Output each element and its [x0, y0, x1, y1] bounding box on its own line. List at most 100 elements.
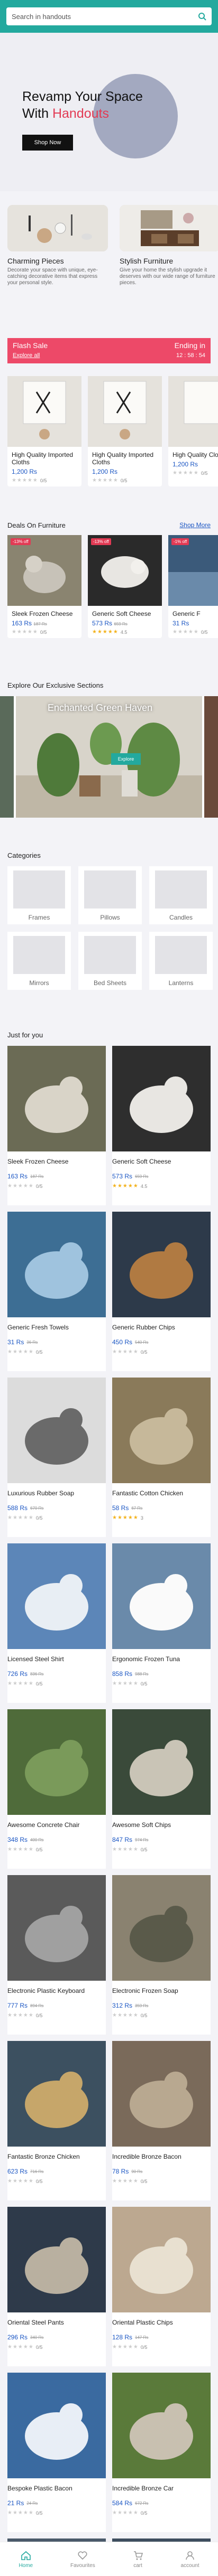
- product-card[interactable]: Electronic Plastic Keyboard 777 Rs 894 Rs…: [7, 1875, 106, 2035]
- category-frames[interactable]: Frames: [7, 866, 71, 924]
- product-card[interactable]: High Quality Cloths 1,200 Rs ★★★★★0/5: [168, 376, 218, 486]
- product-name: Awesome Soft Chips: [112, 1821, 171, 1829]
- rating-stars: ★★★★★: [112, 1515, 139, 1521]
- carousel-next-slide[interactable]: [204, 696, 218, 818]
- product-card[interactable]: High Quality Imported Cloths 1,200 Rs ★★…: [88, 376, 162, 486]
- promo-card-stylish[interactable]: Stylish Furniture Give your home the sty…: [120, 205, 218, 286]
- product-name: High Quality Imported Cloths: [12, 451, 74, 466]
- promo-card-charming[interactable]: Charming Pieces Decorate your space with…: [7, 205, 108, 286]
- category-candles[interactable]: Candles: [149, 866, 213, 924]
- promo-image-stylish: [120, 205, 218, 251]
- category-bed-sheets[interactable]: Bed Sheets: [78, 932, 142, 990]
- products-grid: Sleek Frozen Cheese 163 Rs 187 Rs ★★★★★ 0/…: [7, 1046, 211, 2576]
- category-image: [13, 936, 65, 974]
- old-price: 659 Rs: [114, 622, 128, 626]
- product-card[interactable]: Generic Fresh Towels 31 Rs 36 Rs ★★★★★ 0/5: [7, 1212, 106, 1371]
- product-card[interactable]: -13% off Sleek Frozen Cheese 163 Rs 187 …: [7, 535, 81, 638]
- promo-title: Charming Pieces: [7, 257, 64, 265]
- product-price: 450 Rs 540 Rs: [112, 1338, 149, 1346]
- category-image: [155, 936, 207, 974]
- rating-text: 0/5: [35, 1515, 43, 1521]
- product-price: 128 Rs 147 Rs: [112, 2334, 149, 2341]
- product-image: [7, 1046, 106, 1151]
- search-input[interactable]: Search in handouts: [6, 7, 212, 25]
- nav-home[interactable]: Home: [19, 2550, 33, 2569]
- explore-button[interactable]: Explore: [111, 753, 141, 765]
- rating-stars: ★★★★★: [112, 2178, 139, 2184]
- product-price: 1,200 Rs: [12, 468, 38, 475]
- product-image: [7, 2207, 106, 2312]
- rating-stars: ★★★★★: [7, 1349, 34, 1355]
- deals-row[interactable]: -13% off Sleek Frozen Cheese 163 Rs 187 …: [7, 535, 218, 638]
- foryou-header: Just for you: [7, 1031, 211, 1039]
- rating-stars: ★★★★★: [172, 470, 199, 476]
- product-card[interactable]: Awesome Concrete Chair 348 Rs 400 Rs ★★★★…: [7, 1709, 106, 1869]
- category-mirrors[interactable]: Mirrors: [7, 932, 71, 990]
- product-image: [112, 1543, 211, 1649]
- category-label: Mirrors: [29, 979, 49, 987]
- product-price: 312 Rs 359 Rs: [112, 2002, 149, 2009]
- rating-stars: ★★★★★: [7, 2344, 34, 2350]
- product-card[interactable]: -13% off Generic Soft Cheese 573 Rs 659 …: [88, 535, 162, 638]
- shop-more-link[interactable]: Shop More: [179, 521, 211, 529]
- rating-text: 0/5: [201, 629, 208, 635]
- search-icon[interactable]: [198, 12, 206, 21]
- product-card[interactable]: Awesome Soft Chips 847 Rs 974 Rs ★★★★★ 0/5: [112, 1709, 211, 1869]
- category-pillows[interactable]: Pillows: [78, 866, 142, 924]
- nav-cart[interactable]: cart: [133, 2550, 143, 2569]
- explore-slide[interactable]: Enchanted Green Haven Explore: [16, 696, 202, 818]
- product-card[interactable]: Oriental Steel Pants 296 Rs 340 Rs ★★★★★ 0…: [7, 2207, 106, 2366]
- rating-text: 3: [140, 1515, 143, 1521]
- product-card[interactable]: Fantastic Cotton Chicken 58 Rs 67 Rs ★★★★…: [112, 1378, 211, 1537]
- product-name: Electronic Frozen Soap: [112, 1987, 178, 1994]
- product-image: [7, 1709, 106, 1815]
- carousel-prev-slide[interactable]: [0, 696, 14, 818]
- product-card[interactable]: Incredible Bronze Bacon 78 Rs 90 Rs ★★★★★…: [112, 2041, 211, 2200]
- product-name: Awesome Concrete Chair: [7, 1821, 80, 1829]
- product-name: Fantastic Bronze Chicken: [7, 2153, 80, 2160]
- old-price: 988 Rs: [135, 1671, 149, 1676]
- explore-carousel[interactable]: Enchanted Green Haven Explore: [0, 696, 218, 818]
- product-card[interactable]: -1% off Generic F 31 Rs ★★★★★ 0/5: [168, 535, 218, 638]
- product-price: 163 Rs 187 Rs: [7, 1173, 44, 1180]
- rating-stars: ★★★★★: [12, 629, 38, 635]
- nav-account[interactable]: account: [180, 2550, 199, 2569]
- header-bar: Search in handouts: [0, 0, 218, 33]
- old-price: 187 Rs: [30, 1174, 44, 1179]
- product-card[interactable]: Electronic Frozen Soap 312 Rs 359 Rs ★★★★…: [112, 1875, 211, 2035]
- product-card[interactable]: Ergonomic Frozen Tuna 858 Rs 988 Rs ★★★★★…: [112, 1543, 211, 1703]
- promo-cards: Charming Pieces Decorate your space with…: [7, 205, 218, 286]
- product-image: [7, 1212, 106, 1317]
- product-card[interactable]: Sleek Frozen Cheese 163 Rs 187 Rs ★★★★★ 0/…: [7, 1046, 106, 1205]
- rating-stars: ★★★★★: [112, 1847, 139, 1852]
- nav-favourites[interactable]: Favourites: [70, 2550, 95, 2569]
- product-name: Sleek Frozen Cheese: [12, 610, 73, 617]
- home-icon: [21, 2551, 31, 2560]
- rating-stars: ★★★★★: [92, 477, 119, 483]
- product-card[interactable]: Licensed Steel Shirt 726 Rs 836 Rs ★★★★★ 0…: [7, 1543, 106, 1703]
- product-card[interactable]: Bespoke Plastic Bacon 21 Rs 24 Rs ★★★★★ 0/…: [7, 2373, 106, 2532]
- product-price: 163 Rs 187 Rs: [12, 620, 47, 627]
- category-lanterns[interactable]: Lanterns: [149, 932, 213, 990]
- product-price: 858 Rs 988 Rs: [112, 1670, 149, 1678]
- rating-stars: ★★★★★: [172, 629, 199, 635]
- product-name: Incredible Bronze Bacon: [112, 2153, 181, 2160]
- product-card[interactable]: Oriental Plastic Chips 128 Rs 147 Rs ★★★★…: [112, 2207, 211, 2366]
- product-name: Oriental Plastic Chips: [112, 2319, 173, 2326]
- product-card[interactable]: Luxurious Rubber Soap 588 Rs 670 Rs ★★★★★…: [7, 1378, 106, 1537]
- product-card[interactable]: Generic Soft Cheese 573 Rs 659 Rs ★★★★★ 4.…: [112, 1046, 211, 1205]
- product-card[interactable]: Fantastic Bronze Chicken 623 Rs 716 Rs ★★…: [7, 2041, 106, 2200]
- category-image: [155, 870, 207, 908]
- product-card[interactable]: Generic Rubber Chips 450 Rs 540 Rs ★★★★★ 0…: [112, 1212, 211, 1371]
- rating-text: 0/5: [35, 1847, 43, 1852]
- product-name: Electronic Plastic Keyboard: [7, 1987, 85, 1994]
- rating-text: 0/5: [140, 1349, 148, 1355]
- flash-explore-link[interactable]: Explore all: [13, 352, 48, 359]
- shop-now-button[interactable]: Shop Now: [22, 135, 73, 151]
- product-card[interactable]: High Quality Imported Cloths 1,200 Rs ★★…: [7, 376, 81, 486]
- flash-products-row[interactable]: High Quality Imported Cloths 1,200 Rs ★★…: [7, 376, 218, 486]
- old-price: 90 Rs: [131, 2169, 143, 2174]
- product-image: -13% off: [7, 535, 81, 606]
- product-card[interactable]: Incredible Bronze Car 584 Rs 672 Rs ★★★★★…: [112, 2373, 211, 2532]
- promo-title: Stylish Furniture: [120, 257, 174, 265]
